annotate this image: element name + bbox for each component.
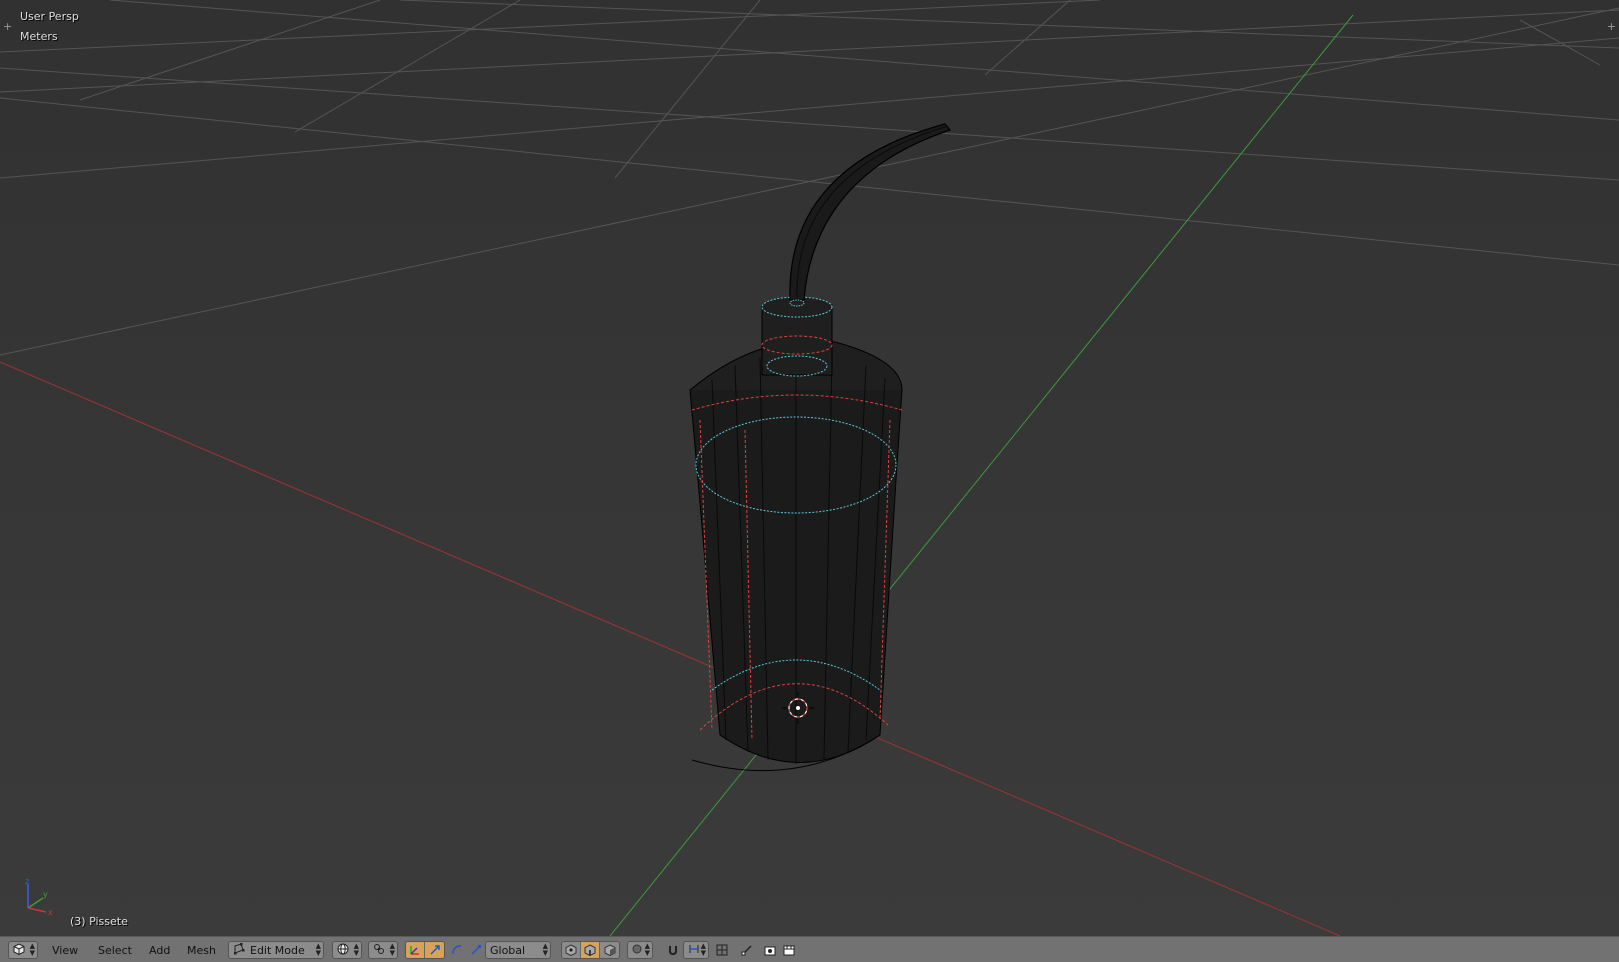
opengl-render-icon[interactable] xyxy=(761,941,779,959)
object-info-label: (3) Pissete xyxy=(70,915,128,928)
orientation-label: Global xyxy=(490,943,526,957)
viewport-shading-dropdown[interactable]: ▲ ▼ xyxy=(332,941,362,959)
dropdown-arrows-icon: ▲ ▼ xyxy=(389,942,395,957)
view-name-label: User Persp xyxy=(20,10,79,23)
bottle-neck xyxy=(761,296,833,377)
pivot-point-dropdown[interactable]: ▲ ▼ xyxy=(368,941,398,959)
3d-viewport[interactable]: User Persp Meters + + z y x (3) Pissete xyxy=(0,0,1619,936)
menu-view[interactable]: View xyxy=(48,941,82,959)
3d-scene[interactable] xyxy=(0,0,1619,936)
menu-mesh[interactable]: Mesh xyxy=(183,941,220,959)
dropdown-arrows-icon: ▲ ▼ xyxy=(29,942,35,957)
view3d-cube-icon xyxy=(13,942,25,958)
menu-select[interactable]: Select xyxy=(94,941,136,959)
dropdown-arrows-icon: ▲ ▼ xyxy=(353,942,359,957)
snap-element-dropdown[interactable]: ▲ ▼ xyxy=(683,941,709,959)
snap-align-icon[interactable] xyxy=(738,941,756,959)
translate-arrow-icon[interactable] xyxy=(425,942,444,958)
pivot-point-icon xyxy=(373,943,385,958)
edit-mode-icon xyxy=(233,942,245,958)
proportional-edit-icon xyxy=(632,944,642,957)
edge-select-icon[interactable] xyxy=(581,942,600,958)
manipulator-toggle-icon[interactable] xyxy=(406,942,425,958)
dropdown-arrows-icon: ▲ ▼ xyxy=(700,942,706,957)
snap-element-icon xyxy=(688,943,700,958)
proportional-edit-dropdown[interactable]: ▲ ▼ xyxy=(627,941,653,959)
opengl-animation-icon[interactable] xyxy=(780,941,798,959)
dropdown-arrows-icon: ▲ ▼ xyxy=(542,942,548,957)
rotate-arc-icon[interactable] xyxy=(448,941,466,959)
bottle-spout xyxy=(789,123,952,301)
vertex-select-icon[interactable] xyxy=(562,942,581,958)
mode-dropdown[interactable]: Edit Mode ▲ ▼ xyxy=(228,941,324,959)
transform-orientation-dropdown[interactable]: Global ▲ ▼ xyxy=(485,941,551,959)
x-axis-line xyxy=(0,361,1341,936)
select-mode-group xyxy=(561,941,620,959)
mode-label: Edit Mode xyxy=(250,943,305,957)
scale-arrow-icon[interactable] xyxy=(467,941,485,959)
manipulator-group xyxy=(405,941,445,959)
face-select-icon[interactable] xyxy=(600,942,619,958)
editor-type-dropdown[interactable]: ▲ ▼ xyxy=(8,941,38,959)
view3d-header: ▲ ▼ View Select Add Mesh Edit Mode ▲ ▼ ▲ ▼ … xyxy=(0,936,1619,962)
gizmo-x-label: x xyxy=(48,908,53,917)
gizmo-z-label: z xyxy=(25,878,29,886)
axis-gizmo: z y x xyxy=(25,878,53,917)
view-units-label: Meters xyxy=(20,30,58,43)
corner-split-icon[interactable]: + xyxy=(3,20,12,33)
snap-target-icon[interactable] xyxy=(713,941,731,959)
gizmo-y-label: y xyxy=(43,890,48,899)
menu-add[interactable]: Add xyxy=(145,941,174,959)
snap-magnet-icon[interactable] xyxy=(664,941,682,959)
dropdown-arrows-icon: ▲ ▼ xyxy=(644,942,650,957)
corner-split-icon[interactable]: + xyxy=(1607,20,1616,33)
bottle-mesh xyxy=(689,340,903,772)
dropdown-arrows-icon: ▲ ▼ xyxy=(315,942,321,957)
viewport-shading-sphere-icon xyxy=(337,943,349,958)
